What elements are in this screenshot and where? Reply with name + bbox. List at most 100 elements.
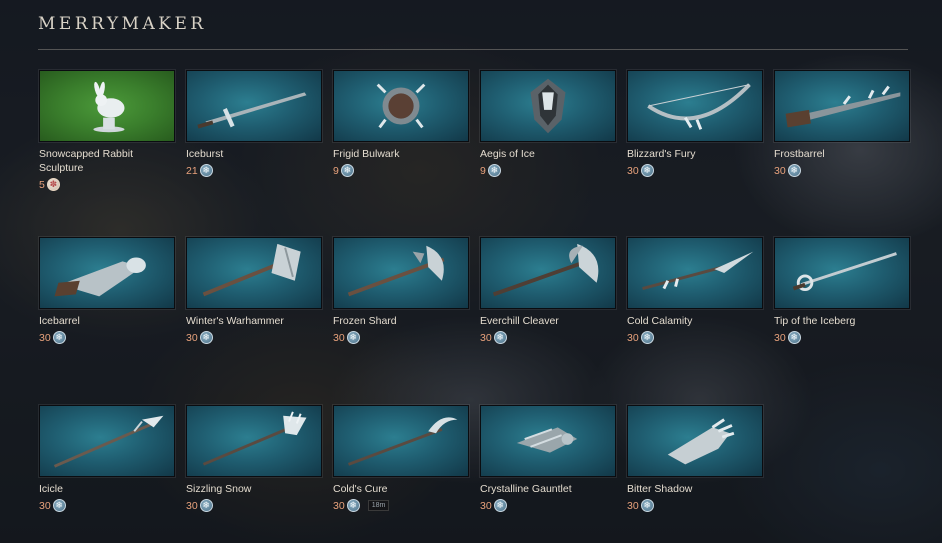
store-item[interactable]: Sizzling Snow 30 ❄	[185, 404, 323, 512]
snowflake-coin-icon: ❄	[199, 164, 213, 177]
snowflake-coin-icon: ❄	[787, 331, 801, 344]
item-name: Icicle	[39, 483, 63, 495]
store-item[interactable]: Aegis of Ice 9 ❄	[479, 69, 617, 177]
page-title: MERRYMAKER	[38, 14, 207, 34]
price-value: 30	[39, 331, 51, 344]
snowflake-coin-icon: ❄	[493, 499, 507, 512]
item-name: Bitter Shadow	[627, 483, 693, 495]
rapier-icon	[792, 252, 897, 291]
item-thumbnail[interactable]	[38, 236, 176, 310]
item-thumbnail[interactable]	[773, 69, 911, 143]
store-item[interactable]: Cold's Cure 30 ❄ 18m	[332, 404, 470, 512]
item-name: Blizzard's Fury	[627, 148, 696, 160]
item-price: 30 ❄	[39, 499, 175, 512]
blunderbuss-icon	[54, 257, 146, 297]
store-item[interactable]: Frozen Shard 30 ❄	[332, 236, 470, 344]
item-name: Aegis of Ice	[480, 148, 535, 160]
item-price: 30 ❄	[186, 331, 322, 344]
price-value: 30	[627, 331, 639, 344]
store-item[interactable]: Iceburst 21 ❄	[185, 69, 323, 177]
snowflake-coin-icon: ❄	[52, 499, 66, 512]
item-price: 30 ❄	[480, 331, 616, 344]
store-item[interactable]: Frostbarrel 30 ❄	[773, 69, 911, 177]
musket-icon	[785, 85, 901, 128]
item-name: Crystalline Gauntlet	[480, 483, 572, 495]
round-shield-icon	[376, 83, 426, 129]
ornament-coin-icon: ✽	[46, 178, 60, 191]
life-staff-icon	[347, 417, 458, 466]
item-thumbnail[interactable]	[332, 404, 470, 478]
item-price: 30 ❄	[186, 499, 322, 512]
price-value: 30	[186, 499, 198, 512]
bow-icon	[647, 83, 751, 130]
warhammer-icon	[202, 243, 301, 297]
item-thumbnail[interactable]	[479, 69, 617, 143]
store-item[interactable]: Crystalline Gauntlet 30 ❄	[479, 404, 617, 512]
staff-icon	[53, 415, 164, 468]
price-value: 21	[186, 164, 198, 177]
item-thumbnail[interactable]	[626, 236, 764, 310]
snowflake-coin-icon: ❄	[199, 331, 213, 344]
store-item[interactable]: Everchill Cleaver 30 ❄	[479, 236, 617, 344]
item-price: 9 ❄	[480, 164, 616, 177]
price-value: 30	[186, 331, 198, 344]
item-thumbnail[interactable]	[185, 404, 323, 478]
snowflake-coin-icon: ❄	[199, 499, 213, 512]
fire-staff-icon	[202, 411, 307, 466]
store-item[interactable]: Bitter Shadow 30 ❄	[626, 404, 764, 512]
price-value: 30	[333, 331, 345, 344]
item-thumbnail[interactable]	[332, 69, 470, 143]
void-gauntlet-icon	[667, 418, 735, 465]
store-item[interactable]: Icicle 30 ❄	[38, 404, 176, 512]
snowflake-coin-icon: ❄	[493, 331, 507, 344]
item-price: 5 ✽	[39, 178, 175, 191]
store-item[interactable]: Cold Calamity 30 ❄	[626, 236, 764, 344]
item-thumbnail[interactable]	[626, 404, 764, 478]
spear-icon	[642, 251, 754, 290]
item-name: Frozen Shard	[333, 315, 397, 327]
item-price: 9 ❄	[333, 164, 469, 177]
item-price: 30 ❄	[774, 164, 910, 177]
item-name: Snowcapped Rabbit Sculpture	[39, 148, 133, 174]
item-name: Iceburst	[186, 148, 224, 160]
snowflake-coin-icon: ❄	[787, 164, 801, 177]
item-thumbnail[interactable]	[185, 236, 323, 310]
item-thumbnail[interactable]	[479, 404, 617, 478]
store-item[interactable]: Winter's Warhammer 30 ❄	[185, 236, 323, 344]
store-item[interactable]: Icebarrel 30 ❄	[38, 236, 176, 344]
price-value: 30	[627, 164, 639, 177]
item-price: 30 ❄	[333, 331, 469, 344]
item-name: Frostbarrel	[774, 148, 825, 160]
store-item[interactable]: Frigid Bulwark 9 ❄	[332, 69, 470, 177]
item-thumbnail[interactable]	[38, 69, 176, 143]
axe-icon	[347, 245, 445, 297]
store-item[interactable]: Tip of the Iceberg 30 ❄	[773, 236, 911, 344]
rabbit-sculpture-icon	[93, 81, 125, 133]
price-value: 30	[39, 499, 51, 512]
snowflake-coin-icon: ❄	[640, 164, 654, 177]
snowflake-coin-icon: ❄	[640, 331, 654, 344]
item-thumbnail[interactable]	[626, 69, 764, 143]
store-item[interactable]: Snowcapped Rabbit Sculpture 5 ✽	[38, 69, 176, 191]
item-name: Cold Calamity	[627, 315, 693, 327]
item-price: 21 ❄	[186, 164, 322, 177]
item-thumbnail[interactable]	[773, 236, 911, 310]
header-divider	[38, 49, 908, 50]
price-value: 30	[627, 499, 639, 512]
item-thumbnail[interactable]	[185, 69, 323, 143]
item-price: 30 ❄	[627, 331, 763, 344]
item-name: Winter's Warhammer	[186, 315, 284, 327]
price-value: 30	[774, 331, 786, 344]
item-price: 30 ❄	[39, 331, 175, 344]
item-name: Frigid Bulwark	[333, 148, 400, 160]
price-value: 30	[774, 164, 786, 177]
item-thumbnail[interactable]	[38, 404, 176, 478]
store-item[interactable]: Blizzard's Fury 30 ❄	[626, 69, 764, 177]
item-name: Icebarrel	[39, 315, 80, 327]
price-value: 5	[39, 178, 45, 191]
item-name: Everchill Cleaver	[480, 315, 559, 327]
item-thumbnail[interactable]	[479, 236, 617, 310]
item-thumbnail[interactable]	[332, 236, 470, 310]
timer-tooltip: 18m	[367, 500, 390, 511]
item-price: 30 ❄	[480, 499, 616, 512]
